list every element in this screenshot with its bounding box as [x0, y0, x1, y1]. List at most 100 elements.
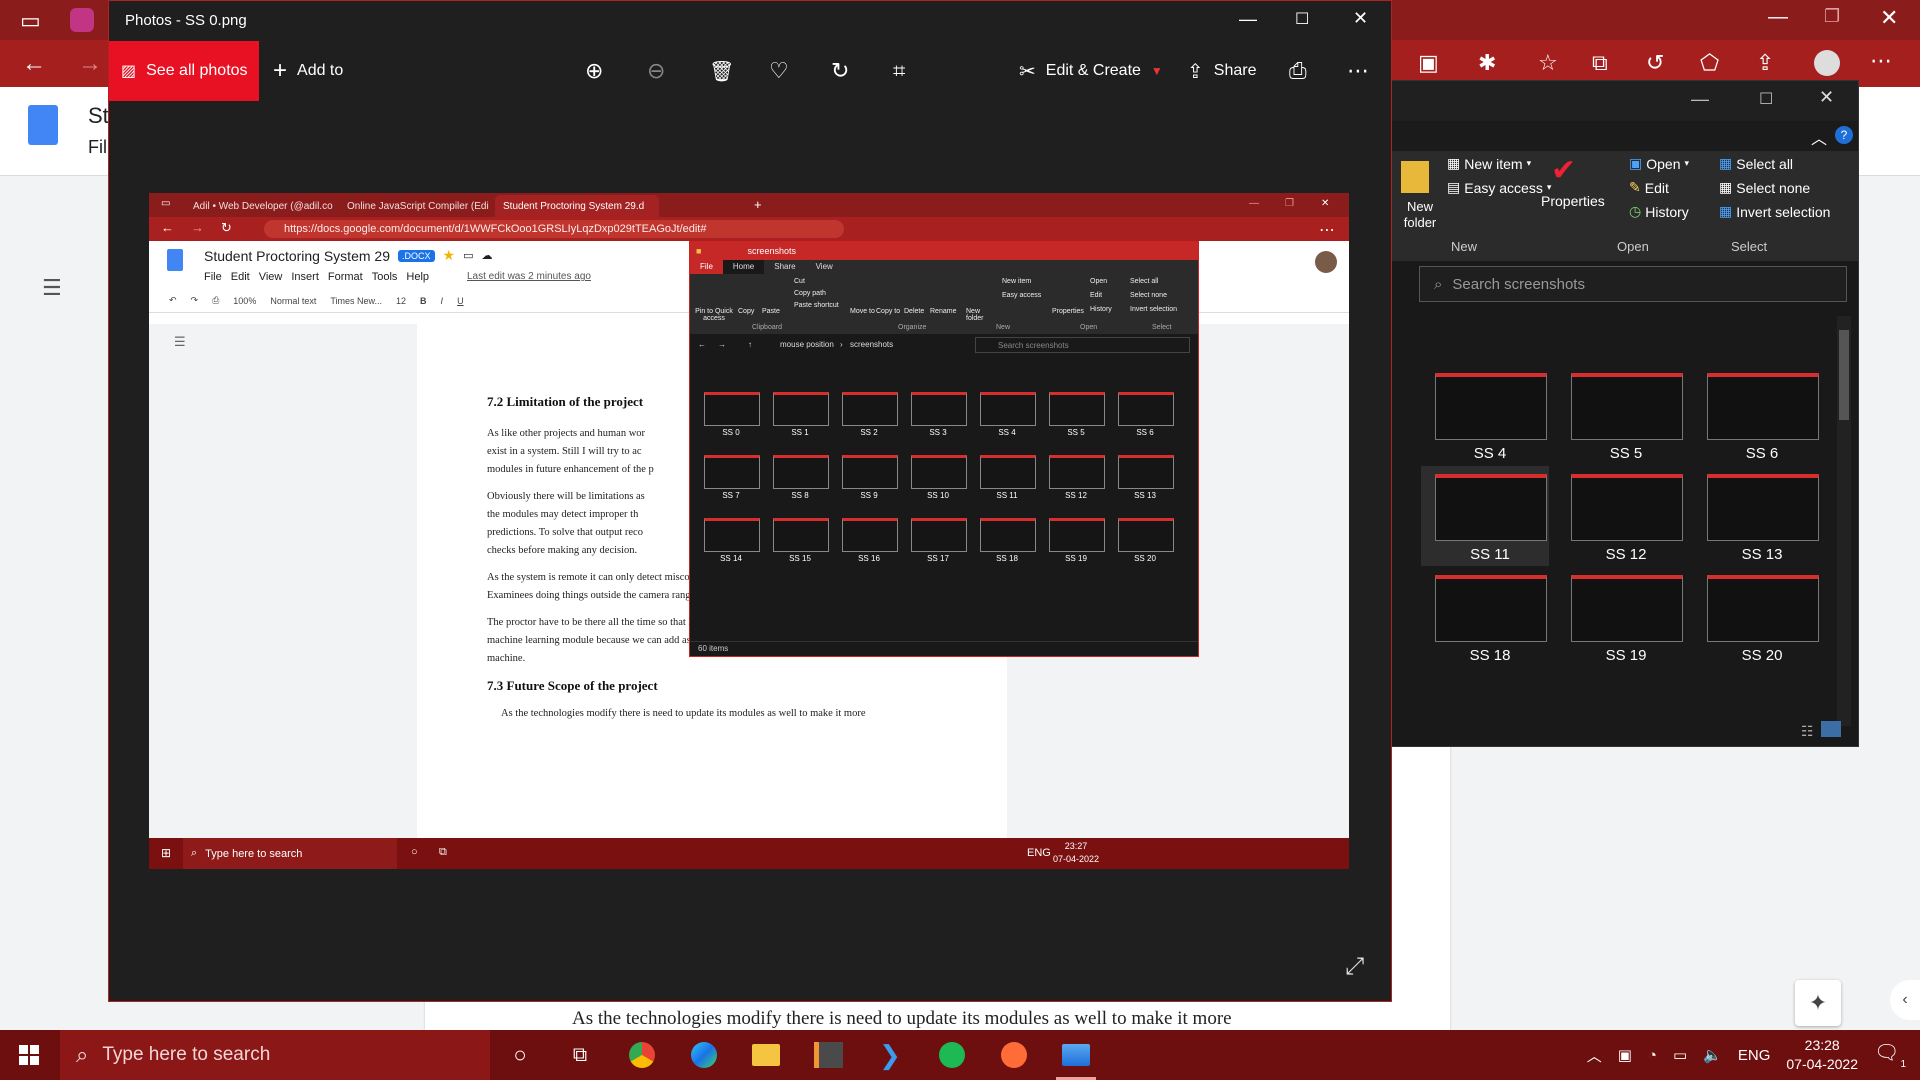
thumbnail [1049, 518, 1105, 552]
restore-icon[interactable]: ❐ [1824, 6, 1840, 27]
profile-avatar[interactable] [1814, 50, 1840, 76]
web-capture-icon[interactable]: ⬠ [1700, 50, 1719, 76]
spotify-icon[interactable] [922, 1030, 982, 1080]
doc-menu-partial[interactable]: Fil [88, 137, 107, 158]
meet-now-icon[interactable]: ▣ [1618, 1046, 1632, 1064]
select-all-button[interactable]: ▦ Select all [1719, 155, 1793, 172]
cortana-icon: ○ [411, 846, 418, 858]
extension-icon[interactable]: ▣ [1418, 50, 1439, 76]
help-icon[interactable]: ? [1835, 126, 1853, 144]
sublime-icon[interactable] [798, 1030, 858, 1080]
add-to-button[interactable]: + Add to [273, 41, 343, 101]
select-none-button[interactable]: ▦ Select none [1719, 179, 1810, 196]
thumbnail [911, 392, 967, 426]
zoom-out-icon[interactable]: ⊖ [647, 41, 665, 101]
thumbnail[interactable] [1707, 474, 1819, 541]
paragraph-line: As the technologies modify there is need… [501, 708, 866, 719]
edit-create-button[interactable]: ✂ Edit & Create ▼ [1019, 41, 1163, 101]
see-all-photos-button[interactable]: ▨ See all photos [109, 41, 259, 101]
details-view-icon[interactable]: ☷ [1801, 723, 1814, 740]
cortana-icon[interactable]: ○ [490, 1030, 550, 1080]
notification-center[interactable]: 🗨 1 [1874, 1040, 1906, 1070]
edit-button[interactable]: ✎ Edit [1629, 179, 1669, 196]
battery-icon[interactable]: ▭ [1673, 1046, 1687, 1064]
taskbar-search[interactable]: ⌕ Type here to search [60, 1030, 490, 1080]
forward-icon[interactable]: → [78, 50, 102, 78]
crop-icon[interactable]: ⌗ [893, 41, 905, 101]
thumbnail[interactable] [1571, 474, 1683, 541]
minimize-icon[interactable]: — [1768, 6, 1788, 29]
chrome-icon[interactable] [612, 1030, 672, 1080]
thumbnail-label: SS 6 [1136, 428, 1154, 437]
new-tab-icon: + [754, 197, 762, 212]
copy-label: Copy [738, 308, 755, 315]
maximize-icon[interactable]: ☐ [1759, 89, 1773, 109]
delete-icon[interactable]: 🗑 [709, 41, 734, 101]
chevron-up-icon[interactable]: ︿ [1587, 1045, 1602, 1066]
thumbnail[interactable] [1707, 575, 1819, 642]
print-icon[interactable]: ⎙ [1289, 41, 1307, 101]
wifi-icon[interactable]: ◔ [1648, 1047, 1657, 1064]
fullscreen-icon[interactable]: ⤢ [1345, 953, 1364, 981]
search-icon: ⌕ [76, 1042, 89, 1067]
explorer-ribbon: New folder ▦ New item ▾ ▤ Easy access ▾ ✔ Pr… [1391, 151, 1858, 261]
thumbnail[interactable] [1571, 575, 1683, 642]
maximize-icon[interactable]: ☐ [1295, 9, 1309, 29]
scrollbar-thumb[interactable] [1839, 330, 1849, 420]
thumbnail[interactable] [1435, 474, 1547, 541]
thumbnail[interactable] [1435, 575, 1547, 642]
start-button[interactable] [0, 1030, 58, 1080]
clock[interactable]: 23:28 07-04-2022 [1786, 1036, 1858, 1074]
inner-tab-label: Student Proctoring System 29.d [503, 200, 645, 212]
thumbnail-view-icon[interactable] [1821, 721, 1841, 737]
tab-actions-icon[interactable]: ▭ [20, 8, 41, 34]
history-button[interactable]: ◷ History [1629, 203, 1689, 220]
share-icon[interactable]: ⇪ [1756, 50, 1774, 76]
minimize-icon[interactable]: — [1239, 9, 1257, 30]
thumbnail [842, 518, 898, 552]
thumbnail-label: SS 8 [791, 491, 809, 500]
properties-label: Properties [1052, 308, 1084, 315]
task-view-icon[interactable]: ⧉ [550, 1030, 610, 1080]
file-explorer-icon[interactable] [736, 1030, 796, 1080]
more-icon[interactable]: ⋯ [1347, 41, 1369, 101]
close-icon[interactable]: ✕ [1353, 8, 1368, 29]
share-button[interactable]: ⇪ Share [1187, 41, 1256, 101]
rotate-icon[interactable]: ↻ [831, 41, 849, 101]
close-icon[interactable]: ✕ [1880, 5, 1898, 31]
thumbnail-label: SS 5 [1067, 428, 1085, 437]
edge-icon[interactable] [674, 1030, 734, 1080]
collapse-ribbon-icon[interactable]: ︿ [1811, 125, 1827, 149]
scrollbar[interactable] [1837, 316, 1851, 726]
back-icon[interactable]: ← [22, 50, 46, 78]
volume-icon[interactable]: 🔈 [1703, 1046, 1722, 1064]
invert-selection-button[interactable]: ▦ Invert selection [1719, 203, 1830, 220]
favorite-icon[interactable]: ♡ [769, 41, 789, 101]
new-item-button[interactable]: ▦ New item ▾ [1447, 155, 1531, 172]
thumbnail[interactable] [1707, 373, 1819, 440]
minimize-icon[interactable]: — [1691, 89, 1709, 110]
explore-icon[interactable]: ✦ [1795, 980, 1841, 1026]
photos-icon[interactable] [1046, 1030, 1106, 1080]
language[interactable]: ENG [1738, 1047, 1771, 1064]
new-folder-button[interactable]: New folder [1395, 199, 1445, 231]
instagram-icon [70, 8, 94, 32]
puzzle-icon[interactable]: ✱ [1478, 50, 1496, 76]
postman-icon[interactable] [984, 1030, 1044, 1080]
explorer-search-box[interactable]: ⌕ Search screenshots [1419, 266, 1847, 302]
properties-button[interactable]: Properties [1541, 193, 1605, 209]
close-icon[interactable]: ✕ [1819, 87, 1834, 108]
more-icon[interactable]: ⋯ [1870, 48, 1892, 74]
favorites-icon[interactable]: ☆ [1538, 50, 1558, 76]
history-icon[interactable]: ↺ [1646, 50, 1664, 76]
open-button[interactable]: ▣ Open ▾ [1629, 155, 1689, 172]
collections-icon[interactable]: ⧉ [1592, 50, 1608, 76]
thumbnail[interactable] [1435, 373, 1547, 440]
edit-create-icon: ✂ [1019, 60, 1036, 83]
thumbnail[interactable] [1571, 373, 1683, 440]
vscode-icon[interactable]: ❯ [860, 1030, 920, 1080]
doc-title-partial[interactable]: St [88, 103, 109, 129]
easy-access-button[interactable]: ▤ Easy access ▾ [1447, 179, 1551, 196]
zoom-in-icon[interactable]: ⊕ [585, 41, 603, 101]
outline-icon[interactable]: ☰ [42, 275, 62, 301]
